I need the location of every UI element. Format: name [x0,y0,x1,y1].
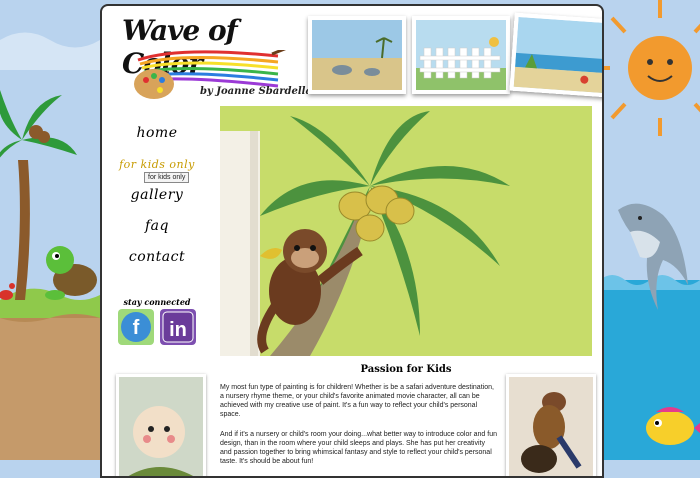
facebook-button[interactable]: f [118,309,154,345]
gallery-thumbnail-fence[interactable] [412,16,510,94]
left-mural-thumbnail [116,374,206,476]
nav-gallery[interactable]: gallery [102,180,212,211]
content-paragraph-1: My most fun type of painting is for chil… [220,384,494,418]
nav-home[interactable]: home [102,118,212,149]
facebook-icon: f [121,312,151,342]
main-nav: home for kids only gallery faq contact [102,118,212,273]
nav-tooltip: for kids only [144,172,190,183]
main-content-panel: Wave of Color by Joanne Sbardella home f… [100,4,604,478]
linkedin-button[interactable]: in [160,309,196,345]
nav-faq[interactable]: faq [102,211,212,242]
gallery-thumbnail-safari[interactable] [308,16,406,94]
hero-mural-image [220,106,592,356]
right-mural-thumbnail [506,374,596,476]
gallery-thumbnail-beach[interactable] [509,12,604,98]
stay-connected-heading: stay connected [123,297,191,307]
logo-byline: by Joanne Sbardella [200,86,312,97]
right-background-illustration [600,0,700,460]
left-background-illustration [0,0,100,460]
nav-contact[interactable]: contact [102,242,212,273]
site-logo[interactable]: Wave of Color by Joanne Sbardella [122,14,312,99]
linkedin-icon: in [162,311,194,343]
svg-text:f: f [133,317,140,339]
content-paragraph-2: And if it's a nursery or child's room yo… [220,431,497,465]
svg-text:in: in [169,319,187,341]
